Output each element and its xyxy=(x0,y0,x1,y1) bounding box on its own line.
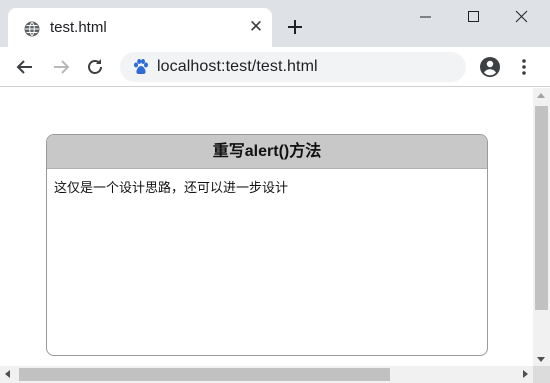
plus-icon[interactable] xyxy=(284,16,306,38)
baidu-paw-icon xyxy=(134,59,148,75)
forward-arrow-icon[interactable] xyxy=(50,56,72,78)
scroll-left-icon[interactable] xyxy=(5,370,10,378)
dialog-title: 重写alert()方法 xyxy=(47,135,487,169)
browser-toolbar: localhost:test/test.html xyxy=(0,47,550,87)
tab-title: test.html xyxy=(50,19,107,36)
dialog-message: 这仅是一个设计思路，还可以进一步设计 xyxy=(54,180,289,195)
reload-icon[interactable] xyxy=(84,56,106,78)
vertical-scroll-thumb[interactable] xyxy=(535,106,548,310)
minimize-icon[interactable] xyxy=(402,0,448,34)
url-text: localhost:test/test.html xyxy=(157,58,318,75)
page-viewport: 重写alert()方法 这仅是一个设计思路，还可以进一步设计 xyxy=(0,88,533,367)
custom-alert-dialog: 重写alert()方法 这仅是一个设计思路，还可以进一步设计 xyxy=(46,134,488,356)
close-icon[interactable] xyxy=(498,0,544,34)
horizontal-scroll-thumb[interactable] xyxy=(19,368,390,381)
scroll-down-icon[interactable] xyxy=(537,357,545,362)
browser-tab[interactable]: test.html ✕ xyxy=(8,8,272,47)
vertical-scrollbar[interactable] xyxy=(533,88,550,367)
scroll-up-icon[interactable] xyxy=(537,93,545,98)
scroll-right-icon[interactable] xyxy=(523,370,528,378)
address-bar[interactable]: localhost:test/test.html xyxy=(120,52,466,82)
tab-strip: test.html ✕ xyxy=(0,0,550,47)
back-arrow-icon[interactable] xyxy=(14,56,36,78)
globe-icon xyxy=(24,21,40,37)
close-tab-icon[interactable]: ✕ xyxy=(247,18,265,36)
account-icon[interactable] xyxy=(479,56,501,78)
maximize-icon[interactable] xyxy=(450,0,496,34)
more-vert-icon[interactable] xyxy=(516,56,532,78)
horizontal-scrollbar[interactable] xyxy=(0,366,533,383)
scrollbar-corner xyxy=(533,366,550,383)
